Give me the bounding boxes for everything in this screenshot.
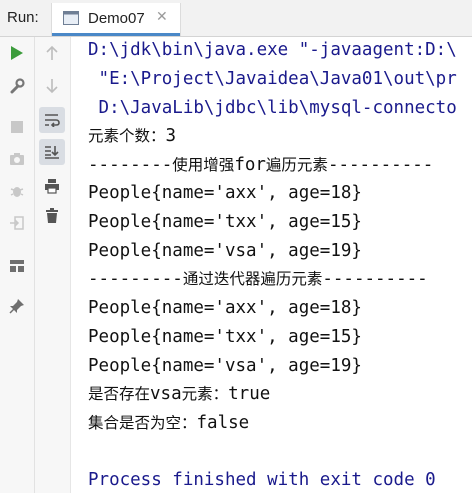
camera-icon[interactable] — [6, 148, 28, 170]
active-tab-indicator — [52, 33, 180, 36]
separator-left: --------- — [88, 269, 183, 289]
element-count-line: 元素个数：3 — [88, 124, 176, 148]
separator-right: ---------- — [327, 155, 434, 175]
console-people-line: People{name='axx', age=18} — [88, 298, 362, 318]
console-people-line: People{name='vsa', age=19} — [88, 241, 362, 261]
rerun-icon[interactable] — [6, 42, 28, 64]
run-tab-bar: Run: Demo07 ✕ — [0, 0, 472, 37]
is-empty-line: 集合是否为空：false — [88, 411, 249, 435]
separator-left: -------- — [88, 155, 173, 175]
tab-title: Demo07 — [88, 10, 145, 27]
tab-close-icon[interactable]: ✕ — [156, 9, 168, 25]
separator-iterator: ---------通过迭代器遍历元素---------- — [88, 267, 428, 291]
scroll-to-end-icon[interactable] — [39, 139, 65, 165]
contains-label-vsa: vsa — [150, 384, 182, 404]
contains-check-line: 是否存在vsa元素：true — [88, 382, 270, 406]
console-people-line: People{name='txx', age=15} — [88, 327, 362, 347]
console-command-line-2: "E:\Project\Javaidea\Java01\out\pr — [88, 69, 457, 89]
console-people-line: People{name='axx', age=18} — [88, 183, 362, 203]
contains-value: true — [228, 384, 271, 404]
run-toolbar-primary — [0, 37, 35, 493]
console-command-line-3: D:\JavaLib\jdbc\lib\mysql-connecto — [88, 98, 457, 118]
separator-text-2: 遍历元素 — [265, 156, 328, 174]
console-people-line: People{name='vsa', age=19} — [88, 356, 362, 376]
separator-text-1: 使用增强 — [172, 156, 235, 174]
is-empty-label: 集合是否为空： — [88, 414, 197, 432]
separator-text-iterator: 通过迭代器遍历元素 — [182, 270, 323, 288]
trash-icon[interactable] — [41, 205, 63, 227]
soft-wrap-icon[interactable] — [39, 107, 65, 133]
wrench-icon[interactable] — [6, 75, 28, 97]
pin-icon[interactable] — [6, 295, 28, 317]
is-empty-value: false — [196, 413, 250, 433]
process-exit-line: Process finished with exit code 0 — [88, 470, 436, 490]
element-count-label: 元素个数： — [88, 127, 166, 145]
contains-label-1: 是否存在 — [88, 385, 151, 403]
console-people-line: People{name='txx', age=15} — [88, 212, 362, 232]
login-icon[interactable] — [6, 212, 28, 234]
up-arrow-icon[interactable] — [41, 42, 63, 64]
console-tab-icon — [63, 10, 79, 25]
separator-enhanced-for: --------使用增强for遍历元素---------- — [88, 153, 433, 177]
run-label: Run: — [7, 9, 39, 26]
down-arrow-icon[interactable] — [41, 75, 63, 97]
element-count-value: 3 — [165, 126, 177, 146]
console-command-line-1: D:\jdk\bin\java.exe "-javaagent:D:\ — [88, 40, 457, 60]
print-icon[interactable] — [41, 175, 63, 197]
separator-text-for: for — [234, 155, 266, 175]
separator-right: ---------- — [322, 269, 428, 289]
console-output[interactable]: D:\jdk\bin\java.exe "-javaagent:D:\ "E:\… — [88, 38, 472, 493]
bug-icon[interactable] — [6, 180, 28, 202]
layout-icon[interactable] — [6, 255, 28, 277]
tab-demo07[interactable]: Demo07 ✕ — [51, 3, 181, 36]
run-toolbar-secondary — [35, 37, 71, 493]
stop-icon[interactable] — [6, 116, 28, 138]
contains-label-2: 元素： — [181, 385, 229, 403]
